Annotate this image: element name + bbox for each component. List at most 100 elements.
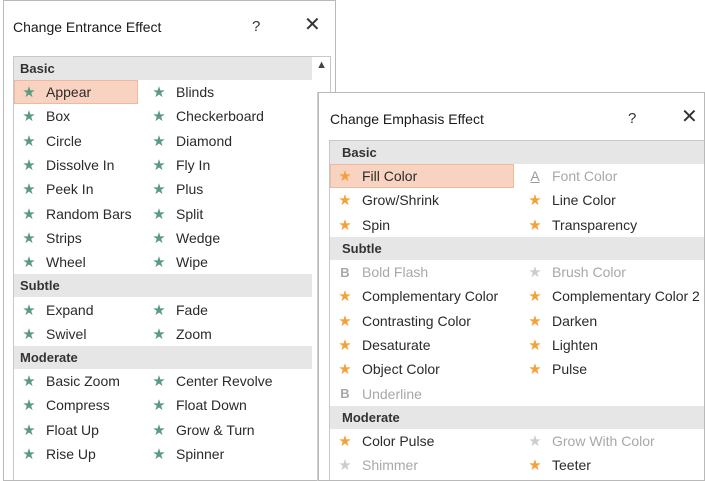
effect-item[interactable]: ★ Brush Color xyxy=(520,260,704,284)
star-gold-icon: ★ xyxy=(528,457,542,475)
effect-label: Object Color xyxy=(362,361,440,378)
star-green-icon: ★ xyxy=(152,325,166,343)
effect-item[interactable]: ★ Appear xyxy=(14,80,138,105)
effect-item[interactable]: ★ Grow & Turn xyxy=(144,418,304,442)
effect-label: Split xyxy=(176,205,204,222)
effect-item[interactable]: ★ Line Color xyxy=(520,188,704,212)
close-icon[interactable]: ✕ xyxy=(681,107,698,127)
star-green-icon: ★ xyxy=(22,229,36,247)
effect-item[interactable]: ★ Circle xyxy=(14,129,144,153)
star-green-icon: ★ xyxy=(152,373,166,391)
effect-item[interactable]: ★ Contrasting Color xyxy=(330,308,520,332)
star-gold-icon: ★ xyxy=(528,288,542,306)
effect-list[interactable]: Basic ★ Fill Color A Font Color ★ Grow/Shrink ★… xyxy=(329,140,704,480)
change-emphasis-effect-dialog: Change Emphasis Effect ? ✕ Basic ★ Fill Co… xyxy=(318,92,705,481)
effect-item[interactable]: ★ Pulse xyxy=(520,357,704,381)
bold-icon: B xyxy=(340,264,350,280)
effect-item[interactable]: ★ Object Color xyxy=(330,357,520,381)
effect-item[interactable]: ★ Shimmer xyxy=(330,453,520,477)
effect-item[interactable]: ★ Complementary Color 2 xyxy=(520,284,704,308)
effect-item[interactable]: ★ Fade xyxy=(144,297,304,321)
effect-item[interactable]: ★ Center Revolve xyxy=(144,369,304,393)
section-basic: Basic ★ Fill Color A Font Color ★ Grow/Shrink ★… xyxy=(330,141,704,237)
effect-item[interactable]: ★ Float Down xyxy=(144,393,304,417)
help-button[interactable]: ? xyxy=(252,18,260,35)
effect-item[interactable]: ★ Dissolve In xyxy=(14,153,144,177)
close-icon[interactable]: ✕ xyxy=(304,15,321,35)
star-gold-icon: ★ xyxy=(528,192,542,210)
star-green-icon: ★ xyxy=(22,157,36,175)
effect-item[interactable]: ★ Blinds xyxy=(144,80,304,104)
effect-item[interactable]: ★ Spin xyxy=(330,213,520,237)
star-gold-icon: ★ xyxy=(338,336,352,354)
effect-label: Appear xyxy=(46,84,92,101)
effect-label: Expand xyxy=(46,301,94,318)
effect-item[interactable]: B Underline xyxy=(330,381,520,405)
effect-item[interactable]: ★ Fly In xyxy=(144,153,304,177)
dialog-titlebar: Change Entrance Effect ? ✕ xyxy=(4,1,335,53)
effect-item[interactable]: ★ Grow/Shrink xyxy=(330,188,520,212)
effect-label: Spinner xyxy=(176,446,225,462)
effect-item[interactable]: ★ Compress xyxy=(14,393,144,417)
star-gold-icon: ★ xyxy=(528,312,542,330)
effect-item[interactable]: ★ Fill Color xyxy=(330,164,514,189)
effect-label: Teeter xyxy=(552,457,591,474)
effect-item[interactable]: ★ Desaturate xyxy=(330,333,520,357)
section-header: Subtle xyxy=(14,274,312,298)
effect-label: Bold Flash xyxy=(362,264,429,281)
effect-label: Circle xyxy=(46,132,82,149)
effect-item[interactable]: ★ Wipe xyxy=(144,250,304,274)
effect-item[interactable]: ★ Float Up xyxy=(14,418,144,442)
star-gray-icon: ★ xyxy=(338,457,352,475)
effect-item[interactable]: A Font Color xyxy=(520,164,704,188)
effect-item[interactable]: ★ Box xyxy=(14,104,144,128)
effect-item[interactable]: ★ Peek In xyxy=(14,177,144,201)
effect-item[interactable]: ★ Swivel xyxy=(14,322,144,346)
star-gold-icon: ★ xyxy=(338,216,352,234)
effect-item[interactable]: ★ Split xyxy=(144,201,304,225)
effect-item[interactable]: ★ Darken xyxy=(520,308,704,332)
star-gold-icon: ★ xyxy=(338,192,352,210)
star-green-icon: ★ xyxy=(152,301,166,319)
effect-item[interactable]: B Bold Flash xyxy=(330,260,520,284)
effect-label: Wedge xyxy=(176,229,221,246)
effect-label: Basic Zoom xyxy=(46,373,120,390)
effect-label: Complementary Color xyxy=(362,288,499,305)
effect-item[interactable]: ★ Wheel xyxy=(14,250,144,274)
effect-label: Compress xyxy=(46,397,110,414)
effect-item[interactable]: ★ Basic Zoom xyxy=(14,369,144,393)
effect-item[interactable]: ★ Wedge xyxy=(144,226,304,250)
effect-grid: ★ Basic Zoom ★ Center Revolve ★ Compress ★ Floa… xyxy=(14,369,330,466)
star-gold-icon: ★ xyxy=(338,288,352,306)
effect-item[interactable]: ★ Random Bars xyxy=(14,201,144,225)
help-button[interactable]: ? xyxy=(628,110,636,127)
effect-item[interactable]: ★ Transparency xyxy=(520,213,704,237)
section-header: Subtle xyxy=(330,236,704,260)
effect-item[interactable]: ★ Rise Up xyxy=(14,442,144,466)
star-gray-icon: ★ xyxy=(528,264,542,282)
effect-label: Line Color xyxy=(552,192,616,209)
effect-item[interactable]: ★ Zoom xyxy=(144,322,304,346)
star-green-icon: ★ xyxy=(152,397,166,415)
effect-label: Grow/Shrink xyxy=(362,192,440,209)
effect-item[interactable]: ★ Spinner xyxy=(144,442,304,466)
star-green-icon: ★ xyxy=(152,229,166,247)
star-green-icon: ★ xyxy=(22,108,36,126)
effect-item[interactable]: ★ Strips xyxy=(14,226,144,250)
star-gold-icon: ★ xyxy=(528,361,542,379)
dialog-title: Change Emphasis Effect xyxy=(330,111,484,127)
effect-item[interactable]: ★ Grow With Color xyxy=(520,429,704,453)
effect-item[interactable]: ★ Plus xyxy=(144,177,304,201)
effect-item[interactable]: ★ Lighten xyxy=(520,333,704,357)
effect-label: Strips xyxy=(46,229,82,246)
star-green-icon: ★ xyxy=(22,301,36,319)
effect-list[interactable]: ▲ Basic ★ Appear ★ Blinds ★ Box ★ Checkerboard ★ C… xyxy=(13,56,331,480)
effect-item[interactable]: ★ Complementary Color xyxy=(330,284,520,308)
effect-label: Color Pulse xyxy=(362,432,435,449)
dialog-titlebar: Change Emphasis Effect ? ✕ xyxy=(319,93,704,145)
effect-item[interactable]: ★ Teeter xyxy=(520,453,704,477)
effect-item[interactable]: ★ Diamond xyxy=(144,129,304,153)
effect-item[interactable]: ★ Color Pulse xyxy=(330,429,520,453)
effect-item[interactable]: ★ Checkerboard xyxy=(144,104,304,128)
effect-item[interactable]: ★ Expand xyxy=(14,297,144,321)
